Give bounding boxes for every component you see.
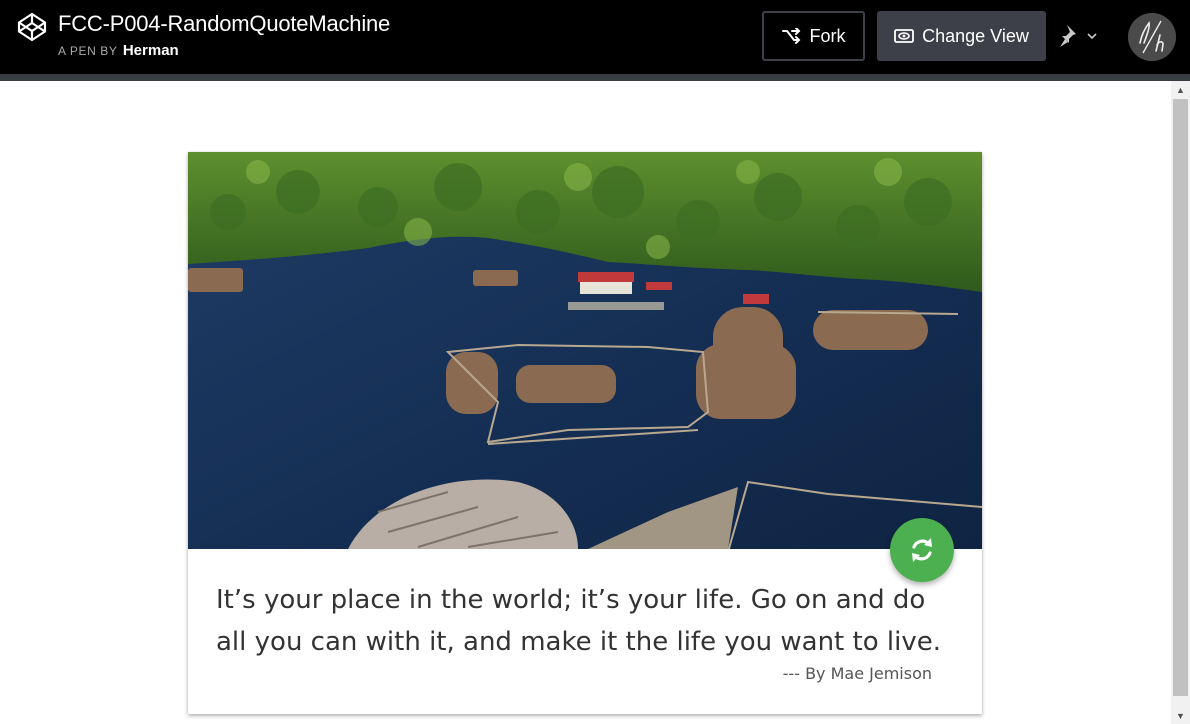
avatar-signature-image	[1128, 13, 1176, 61]
quote-author: --- By Mae Jemison	[782, 664, 932, 683]
eye-icon	[894, 29, 915, 43]
new-quote-button[interactable]	[890, 518, 954, 582]
scrollbar-thumb[interactable]	[1173, 99, 1188, 696]
quote-card: It’s your place in the world; it’s your …	[188, 152, 982, 714]
header-bar: FCC-P004-RandomQuoteMachine A PEN BY Her…	[0, 0, 1190, 74]
header-divider	[0, 74, 1190, 81]
byline-prefix: A PEN BY	[58, 44, 118, 58]
author-link[interactable]: Herman	[123, 42, 179, 59]
pen-byline: A PEN BY Herman	[58, 43, 179, 59]
refresh-icon	[912, 538, 932, 562]
user-avatar[interactable]	[1128, 13, 1176, 61]
quote-text: It’s your place in the world; it’s your …	[216, 585, 941, 657]
fork-button[interactable]: Fork	[762, 11, 865, 61]
vertical-scrollbar[interactable]: ▲ ▼	[1171, 81, 1190, 724]
change-view-button[interactable]: Change View	[877, 11, 1046, 61]
scroll-up-arrow-icon[interactable]: ▲	[1171, 81, 1190, 98]
pin-menu-button[interactable]	[1058, 20, 1100, 52]
pin-icon	[1060, 25, 1076, 47]
chevron-down-icon	[1087, 33, 1097, 40]
change-view-label: Change View	[922, 25, 1029, 46]
fork-label: Fork	[809, 25, 846, 46]
log-booms-photo	[188, 152, 982, 549]
scroll-down-arrow-icon[interactable]: ▼	[1171, 707, 1190, 724]
fork-icon	[781, 28, 800, 44]
card-hero-image	[188, 152, 982, 549]
codepen-logo-icon[interactable]	[16, 11, 48, 43]
pen-title[interactable]: FCC-P004-RandomQuoteMachine	[58, 10, 390, 38]
